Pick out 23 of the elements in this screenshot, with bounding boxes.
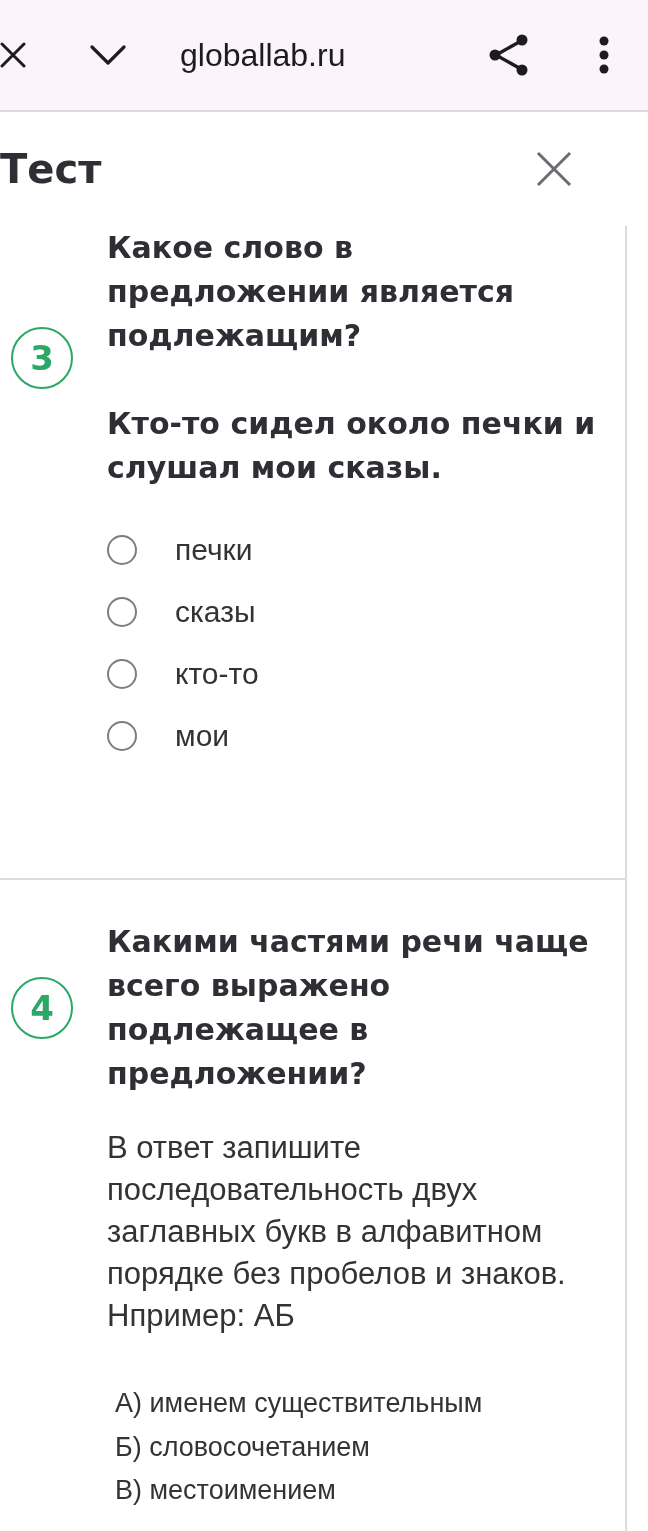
option-label: мои (175, 719, 230, 753)
chevron-down-icon[interactable] (90, 45, 126, 65)
answer-choice: А) именем существительным (115, 1387, 483, 1420)
question-number-badge: 3 (11, 327, 73, 389)
dialog-title: Тест (0, 146, 102, 192)
question-sentence: Кто-то сидел около печки и слушал мои сказы. (107, 405, 597, 487)
more-options-icon[interactable] (598, 36, 610, 74)
radio-button[interactable] (107, 535, 137, 565)
answer-choice: Б) словосочетанием (115, 1430, 370, 1464)
page-url[interactable]: globallab.ru (180, 36, 346, 74)
answer-choice: В) местоимением (115, 1474, 336, 1507)
question-title: Какими частями речи чаще всего выражено подлежащее в предложении? (107, 923, 590, 1093)
radio-button[interactable] (107, 721, 137, 751)
close-icon[interactable] (0, 42, 26, 68)
question-title: Какое слово в предложении является подлежащим? (107, 229, 516, 355)
question-number-badge: 4 (11, 977, 73, 1039)
option-label: сказы (175, 595, 256, 629)
question-instruction: В ответ запишите последовательность двух заглавных букв в алфавитном порядке без пробелов и знаков. Нпример: АБ (107, 1129, 567, 1335)
option-label: кто-то (175, 657, 259, 691)
radio-button[interactable] (107, 659, 137, 689)
radio-button[interactable] (107, 597, 137, 627)
share-icon[interactable] (489, 34, 529, 76)
option-label: печки (175, 533, 253, 567)
